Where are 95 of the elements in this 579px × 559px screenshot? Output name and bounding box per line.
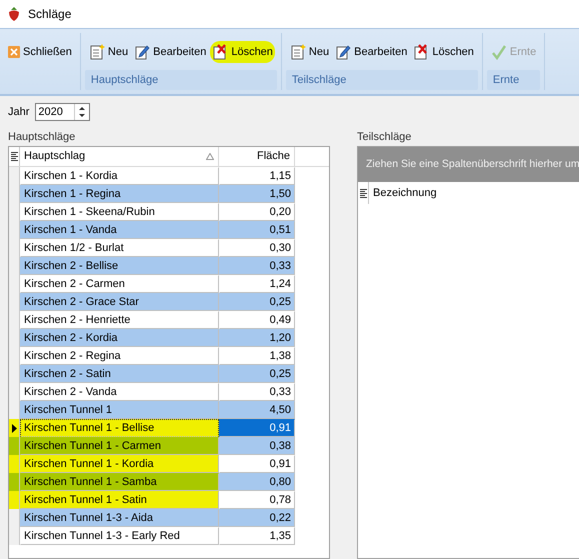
table-cell: Kirschen Tunnel 1 - Bellise <box>20 419 219 437</box>
table-cell: 0,30 <box>219 239 295 257</box>
edit-button[interactable]: Bearbeiten <box>132 40 208 62</box>
table-row[interactable]: Kirschen 1/2 - Burlat 0,30 <box>9 239 329 257</box>
table-cell: 0,49 <box>219 311 295 329</box>
year-spinner[interactable]: 2020 <box>35 103 90 121</box>
table-cell: Kirschen 2 - Henriette <box>20 311 219 329</box>
table-row[interactable]: Kirschen Tunnel 1-3 - Early Red 1,35 <box>9 527 329 545</box>
table-cell: Kirschen Tunnel 1 - Satin <box>20 491 219 509</box>
table-cell: 1,38 <box>219 347 295 365</box>
table-cell: 0,80 <box>219 473 295 491</box>
table-cell: 0,38 <box>219 437 295 455</box>
checkmark-icon <box>490 44 507 60</box>
table-row[interactable]: Kirschen 2 - Carmen 1,24 <box>9 275 329 293</box>
column-header[interactable]: Bezeichnung <box>369 182 519 204</box>
ribbon-group-label: Hauptschläge <box>84 70 277 90</box>
new-button[interactable]: Neu <box>288 40 332 62</box>
table-row[interactable]: Kirschen 1 - Regina 1,50 <box>9 185 329 203</box>
table-cell: 1,35 <box>219 527 295 545</box>
table-cell: 0,51 <box>219 221 295 239</box>
group-by-hint: Ziehen Sie eine Spaltenüberschrift hierher um <box>358 147 579 182</box>
table-cell: 0,25 <box>219 365 295 383</box>
table-row[interactable]: Kirschen Tunnel 1 - Kordia 0,91 <box>9 455 329 473</box>
table-row[interactable]: Kirschen 2 - Vanda 0,33 <box>9 383 329 401</box>
delete-document-icon <box>413 44 430 60</box>
table-row[interactable]: Kirschen Tunnel 1-3 - Aida 0,22 <box>9 509 329 527</box>
new-button[interactable]: Neu <box>86 40 130 62</box>
table-row[interactable]: Kirschen 1 - Skeena/Rubin 0,20 <box>9 203 329 221</box>
table-cell: Kirschen Tunnel 1 - Samba <box>20 473 219 491</box>
table-cell: 0,33 <box>219 383 295 401</box>
panel-title: Hauptschläge <box>8 130 76 145</box>
new-document-icon <box>290 44 306 60</box>
column-chooser-icon[interactable] <box>360 188 366 198</box>
table-cell: Kirschen 1 - Regina <box>20 185 219 203</box>
table-cell: 1,15 <box>219 167 295 185</box>
table-cell: 1,50 <box>219 185 295 203</box>
ribbon-group-label: Teilschläge <box>286 70 478 90</box>
table-cell: Kirschen 2 - Satin <box>20 365 219 383</box>
table-cell: 1,20 <box>219 329 295 347</box>
table-row[interactable]: Kirschen Tunnel 1 4,50 <box>9 401 329 419</box>
table-cell: Kirschen 2 - Bellise <box>20 257 219 275</box>
pencil-document-icon <box>134 44 150 60</box>
table-cell: 0,25 <box>219 293 295 311</box>
year-label: Jahr <box>8 106 30 118</box>
table-cell: Kirschen 1 - Vanda <box>20 221 219 239</box>
table-row[interactable]: Kirschen 1 - Kordia 1,15 <box>9 167 329 185</box>
table-row[interactable]: Kirschen 2 - Kordia 1,20 <box>9 329 329 347</box>
table-cell: Kirschen 2 - Grace Star <box>20 293 219 311</box>
table-cell: 0,78 <box>219 491 295 509</box>
pencil-document-icon <box>335 44 352 60</box>
table-cell: Kirschen 1/2 - Burlat <box>20 239 219 257</box>
column-header[interactable]: Fläche <box>219 147 295 166</box>
table-row[interactable]: Kirschen 2 - Bellise 0,33 <box>9 257 329 275</box>
table-row[interactable]: Kirschen 2 - Regina 1,38 <box>9 347 329 365</box>
table-cell: Kirschen 2 - Vanda <box>20 383 219 401</box>
table-cell: Kirschen Tunnel 1 - Kordia <box>20 455 219 473</box>
table-cell: Kirschen Tunnel 1-3 - Aida <box>20 509 219 527</box>
delete-button[interactable]: Löschen <box>210 40 275 62</box>
table-cell: Kirschen Tunnel 1-3 - Early Red <box>20 527 219 545</box>
column-chooser-icon[interactable] <box>10 152 18 161</box>
window-title: Schläge <box>28 7 72 21</box>
row-pointer-icon <box>12 424 16 432</box>
delete-button[interactable]: Löschen <box>411 40 476 62</box>
table-cell: Kirschen Tunnel 1 - Carmen <box>20 437 219 455</box>
table-row[interactable]: Kirschen 2 - Grace Star 0,25 <box>9 293 329 311</box>
table-cell: 0,33 <box>219 257 295 275</box>
table-cell: Kirschen Tunnel 1 <box>20 401 219 419</box>
table-cell: Kirschen 2 - Carmen <box>20 275 219 293</box>
table-row[interactable]: Kirschen 2 - Henriette 0,49 <box>9 311 329 329</box>
table-cell: 0,22 <box>219 509 295 527</box>
table-row[interactable]: Kirschen 1 - Vanda 0,51 <box>9 221 329 239</box>
table-cell: 4,50 <box>219 401 295 419</box>
close-icon <box>8 46 20 58</box>
column-header[interactable]: Hauptschlag <box>20 147 219 166</box>
table-cell: 0,91 <box>219 455 295 473</box>
table-cell: 1,24 <box>219 275 295 293</box>
table-row[interactable]: Kirschen Tunnel 1 - Carmen 0,38 <box>9 437 329 455</box>
table-cell: 0,20 <box>219 203 295 221</box>
ribbon-group-label: Ernte <box>486 70 540 90</box>
strawberry-icon <box>8 7 20 21</box>
panel-title: Teilschläge <box>357 130 412 145</box>
table-row[interactable]: Kirschen Tunnel 1 - Bellise 0,91 <box>9 419 329 437</box>
table-cell: Kirschen 2 - Regina <box>20 347 219 365</box>
sort-arrow-icon <box>206 153 214 160</box>
new-document-icon <box>88 44 105 60</box>
table-cell: 0,91 <box>219 419 295 437</box>
table-row[interactable]: Kirschen Tunnel 1 - Satin 0,78 <box>9 491 329 509</box>
delete-document-icon <box>212 44 228 60</box>
table-cell: Kirschen 1 - Kordia <box>20 167 219 185</box>
table-cell: Kirschen 2 - Kordia <box>20 329 219 347</box>
close-button[interactable]: Schließen <box>6 42 74 60</box>
table-row[interactable]: Kirschen 2 - Satin 0,25 <box>9 365 329 383</box>
table-cell: Kirschen 1 - Skeena/Rubin <box>20 203 219 221</box>
table-row[interactable]: Kirschen Tunnel 1 - Samba 0,80 <box>9 473 329 491</box>
edit-button[interactable]: Bearbeiten <box>333 40 410 62</box>
